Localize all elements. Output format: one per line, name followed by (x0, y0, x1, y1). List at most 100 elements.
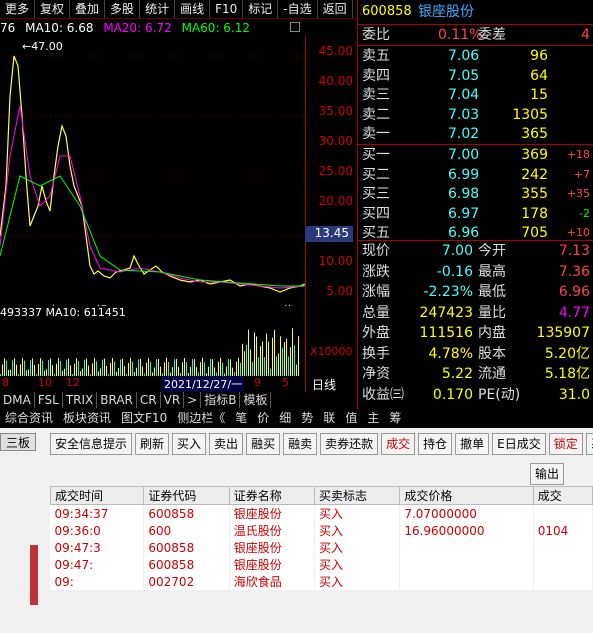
volume-bar (24, 360, 25, 376)
toolbar-btn[interactable]: F10 (210, 0, 244, 18)
trade-button[interactable]: 融买 (246, 433, 281, 455)
toolbar-btn[interactable]: 返回 (318, 0, 353, 18)
column-header: 买卖标志 (314, 486, 401, 505)
volume-bar (102, 359, 103, 376)
indicator-tab[interactable]: CR (137, 392, 161, 408)
info-tab[interactable]: 价 (252, 409, 274, 427)
table-cell (533, 573, 593, 590)
kline-chart[interactable]: ←47.00 定 解 资 (0, 36, 305, 306)
info-tab[interactable]: 板块资讯 (58, 409, 116, 427)
volume-bar (70, 365, 71, 376)
quote-row: 涨跌 -0.16 最高 7.36 (358, 262, 593, 282)
volume-bar (274, 329, 275, 376)
table-row[interactable]: 09:36:0 600 温氏股份 买入 16.96000000 0104 (50, 522, 593, 539)
buy-price: 7.00 (448, 147, 480, 163)
stat-label: 外盘 (362, 325, 390, 341)
indicator-tab[interactable]: 模板 (240, 392, 272, 408)
trade-button[interactable]: 持仓 (418, 433, 453, 455)
trade-button[interactable]: E日成交 (492, 433, 546, 455)
indicator-tab[interactable]: > (184, 392, 202, 408)
table-cell: 0104 (533, 522, 593, 539)
volume-bar (110, 363, 111, 376)
indicator-tab[interactable]: BRAR (97, 392, 137, 408)
table-cell (533, 539, 593, 556)
trade-button[interactable]: 买入 (172, 433, 207, 455)
volume-chart[interactable] (0, 320, 305, 376)
trade-button[interactable]: 融卖 (283, 433, 318, 455)
price-tick: 45.00 (318, 44, 353, 58)
column-header: 证券名称 (228, 486, 316, 505)
vol-text: 493337 MA10: 611451 (0, 306, 126, 319)
sell-label: 卖三 (362, 87, 390, 103)
stat-value: 5.18亿 (544, 366, 590, 382)
table-row[interactable]: 09:47: 600858 银座股份 买入 (50, 556, 593, 573)
volume-bar (6, 360, 7, 376)
trade-button[interactable]: 撤单 (455, 433, 490, 455)
indicator-tab[interactable]: VR (161, 392, 185, 408)
info-tab[interactable]: 联 (318, 409, 340, 427)
stat-value: 135907 (536, 325, 590, 341)
volume-bar (228, 358, 229, 376)
trade-button[interactable]: 卖券还款 (320, 433, 379, 455)
stat-value: 6.96 (558, 284, 590, 300)
volume-bar (164, 362, 165, 376)
volume-bar (104, 358, 105, 376)
volume-bar (230, 359, 231, 376)
volume-bar (130, 358, 131, 376)
trade-button[interactable]: 刷新 (135, 433, 170, 455)
trade-button[interactable]: 锁定 (548, 433, 583, 455)
toolbar-btn[interactable]: 叠加 (70, 0, 106, 18)
toolbar-btn[interactable]: 复权 (35, 0, 71, 18)
toolbar-btn[interactable]: 更多 (0, 0, 36, 18)
column-header: 成交时间 (49, 486, 145, 505)
trade-button[interactable]: 卖出 (209, 433, 244, 455)
scroll-marker[interactable] (30, 545, 38, 605)
toolbar-btn[interactable]: 标记 (243, 0, 279, 18)
toolbar-btn[interactable]: 统计 (140, 0, 176, 18)
table-cell (399, 556, 534, 573)
toolbar-btn[interactable]: 多股 (105, 0, 141, 18)
volume-bar (160, 366, 161, 376)
stat-label: 总量 (362, 304, 390, 321)
trade-button[interactable]: 系统 (585, 433, 593, 455)
table-cell: 002702 (143, 573, 230, 590)
info-tab[interactable]: 筹 (384, 409, 406, 427)
export-button[interactable]: 输出 (530, 463, 565, 485)
close-icon[interactable] (290, 22, 300, 32)
table-row[interactable]: 09:47:3 600858 银座股份 买入 (50, 539, 593, 556)
indicator-tab[interactable]: DMA (0, 392, 35, 408)
sell-label: 卖四 (362, 67, 390, 84)
price-tick: 10.00 (318, 254, 353, 268)
info-tab[interactable]: 势 (296, 409, 318, 427)
volume-bar (190, 366, 191, 376)
table-cell (399, 539, 534, 556)
sell-price: 7.06 (448, 48, 480, 64)
quote-row: 卖三 7.04 15 (358, 85, 593, 105)
vol-axis: X10000 (310, 345, 353, 358)
indicator-tab[interactable]: FSL (35, 392, 63, 408)
toolbar-btn[interactable]: 画线 (175, 0, 211, 18)
sell-volume: 15 (530, 87, 548, 103)
trade-button[interactable]: 安全信息提示 (50, 433, 133, 455)
info-tab[interactable]: 细 (274, 409, 296, 427)
sell-volume: 1305 (512, 106, 548, 123)
volume-bar (42, 360, 43, 376)
trade-button[interactable]: 成交 (381, 433, 416, 455)
info-tab[interactable]: 侧边栏《 (172, 409, 230, 427)
info-tab[interactable]: 图文F10 (116, 409, 172, 427)
info-tab[interactable]: 主 (362, 409, 384, 427)
toolbar-btn[interactable]: -自选 (278, 0, 318, 18)
indicator-tab[interactable]: 指标B (201, 392, 241, 408)
info-tab[interactable]: 笔 (230, 409, 252, 427)
table-row[interactable]: 09:34:37 600858 银座股份 买入 7.07000000 (50, 504, 593, 522)
volume-bar (174, 359, 175, 376)
info-tab[interactable]: 综合资讯 (0, 409, 58, 427)
table-cell: 银座股份 (229, 539, 316, 556)
table-row[interactable]: 09: 002702 海欣食品 买入 (50, 573, 593, 590)
info-tab[interactable]: 值 (340, 409, 362, 427)
indicator-tab[interactable]: TRIX (63, 392, 98, 408)
volume-bar (32, 358, 33, 376)
stat-value: 7.13 (558, 243, 590, 259)
weicha-value: 4 (581, 27, 590, 43)
tab-sanban[interactable]: 三板 (0, 433, 36, 451)
